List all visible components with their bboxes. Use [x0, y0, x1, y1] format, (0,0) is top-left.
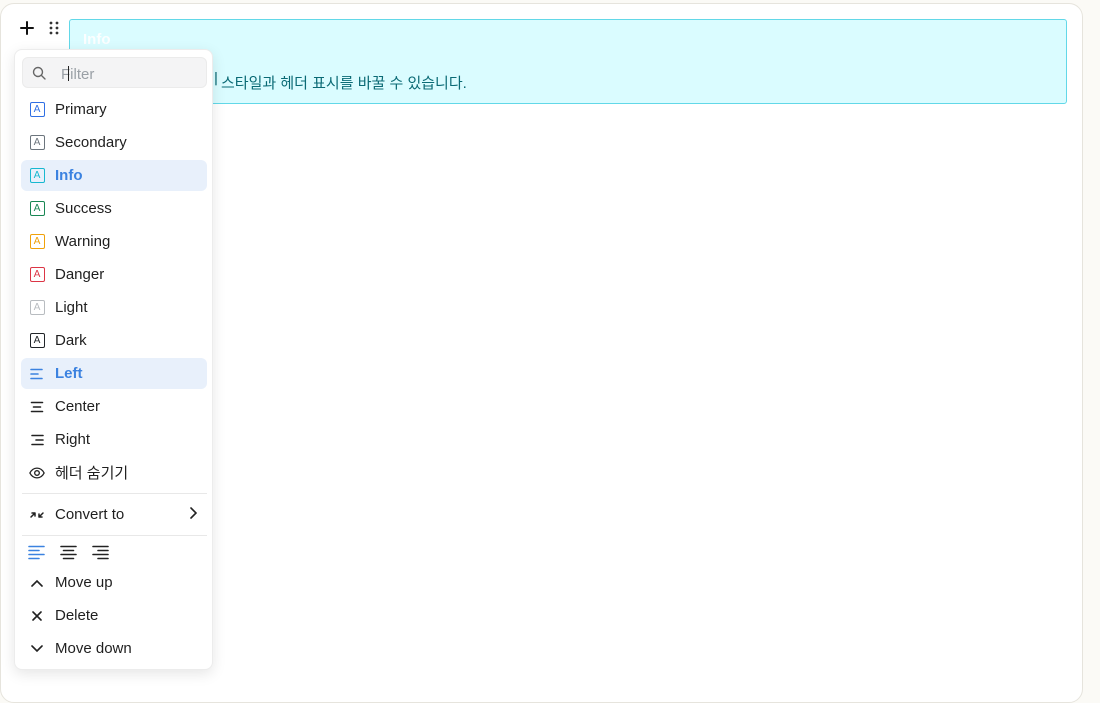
align-center-icon	[29, 399, 45, 415]
menu-item-info[interactable]: A Info	[21, 160, 207, 191]
chevron-right-icon	[189, 506, 198, 523]
menu-item-light[interactable]: A Light	[21, 292, 207, 323]
chevron-up-icon	[29, 575, 45, 591]
menu-item-label: Info	[55, 167, 83, 184]
menu-item-move-up[interactable]: Move up	[21, 567, 207, 598]
align-right-icon	[29, 432, 45, 448]
callout-title[interactable]: Info	[83, 31, 111, 48]
menu-item-label: Secondary	[55, 134, 127, 151]
menu-item-label: Dark	[55, 332, 87, 349]
info-style-icon: A	[29, 168, 45, 184]
align-left-icon	[29, 366, 45, 382]
drag-handle-icon[interactable]	[46, 19, 62, 37]
menu-item-label: Right	[55, 431, 91, 448]
convert-arrows-icon	[29, 507, 45, 523]
info-callout-block[interactable]: Info ㅣ 스타일과 헤더 표시를 바꿀 수 있습니다.	[69, 19, 1067, 104]
menu-item-secondary[interactable]: A Secondary	[21, 127, 207, 158]
menu-item-label: 헤더 숨기기	[55, 465, 129, 482]
chevron-down-icon	[29, 641, 45, 657]
align-left-icon[interactable]	[27, 544, 45, 562]
menu-item-dark[interactable]: A Dark	[21, 325, 207, 356]
light-style-icon: A	[29, 300, 45, 316]
menu-item-primary[interactable]: A Primary	[21, 94, 207, 125]
menu-divider	[22, 535, 207, 536]
text-caret	[68, 66, 69, 81]
filter-box[interactable]	[22, 57, 207, 88]
menu-item-success[interactable]: A Success	[21, 193, 207, 224]
success-style-icon: A	[29, 201, 45, 217]
menu-item-label: Primary	[55, 101, 107, 118]
eye-icon	[29, 465, 45, 481]
warning-style-icon: A	[29, 234, 45, 250]
danger-style-icon: A	[29, 267, 45, 283]
menu-item-danger[interactable]: A Danger	[21, 259, 207, 290]
menu-item-delete[interactable]: Delete	[21, 600, 207, 631]
primary-style-icon: A	[29, 102, 45, 118]
menu-divider	[22, 493, 207, 494]
menu-item-label: Delete	[55, 607, 99, 624]
menu-item-label: Move up	[55, 574, 113, 591]
callout-body-text: 스타일과 헤더 표시를 바꿀 수 있습니다.	[221, 75, 467, 92]
menu-item-label: Center	[55, 398, 101, 415]
menu-item-label: Left	[55, 365, 83, 382]
search-icon	[32, 66, 46, 80]
align-center-icon[interactable]	[59, 544, 77, 562]
menu-item-label: Move down	[55, 640, 132, 657]
menu-item-label: Warning	[55, 233, 111, 250]
menu-item-warning[interactable]: A Warning	[21, 226, 207, 257]
close-icon	[29, 608, 45, 624]
menu-item-convert-to[interactable]: Convert to	[21, 499, 207, 530]
menu-item-label: Danger	[55, 266, 105, 283]
block-settings-menu: A Primary A Secondary A Info A Success A…	[14, 49, 213, 670]
menu-item-hide-header[interactable]: 헤더 숨기기	[21, 457, 207, 488]
menu-item-label: Convert to	[55, 506, 125, 523]
alignment-toolbar	[27, 544, 109, 564]
menu-item-label: Success	[55, 200, 112, 217]
menu-item-align-right[interactable]: Right	[21, 424, 207, 455]
menu-item-align-center[interactable]: Center	[21, 391, 207, 422]
menu-item-align-left[interactable]: Left	[21, 358, 207, 389]
align-right-icon[interactable]	[91, 544, 109, 562]
menu-item-move-down[interactable]: Move down	[21, 633, 207, 664]
menu-item-label: Light	[55, 299, 88, 316]
dark-style-icon: A	[29, 333, 45, 349]
add-block-plus-icon[interactable]	[18, 18, 36, 38]
secondary-style-icon: A	[29, 135, 45, 151]
filter-input[interactable]	[59, 63, 203, 85]
